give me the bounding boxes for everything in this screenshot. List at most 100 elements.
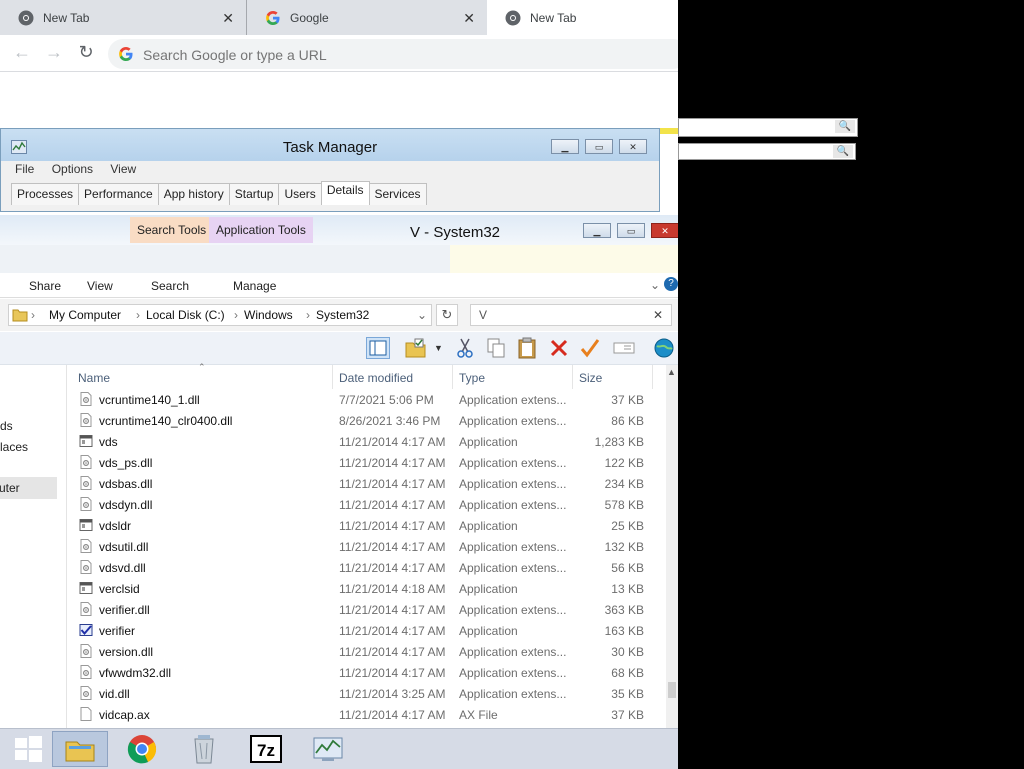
search-icon[interactable]: 🔍 bbox=[835, 120, 855, 133]
search-icon[interactable]: 🔍 bbox=[833, 145, 853, 158]
omnibox[interactable] bbox=[108, 39, 678, 69]
menu-view[interactable]: View bbox=[110, 162, 136, 176]
copy-icon[interactable] bbox=[485, 337, 509, 359]
scroll-up-icon[interactable]: ▲ bbox=[667, 367, 676, 377]
table-row[interactable]: vds_ps.dll 11/21/2014 4:17 AM Application … bbox=[66, 452, 666, 473]
table-row[interactable]: vid.dll 11/21/2014 3:25 AM Application ext… bbox=[66, 683, 666, 704]
search-input[interactable] bbox=[477, 307, 651, 323]
explorer-search-box[interactable]: ✕ bbox=[470, 304, 672, 326]
preview-pane-icon[interactable] bbox=[366, 337, 390, 359]
refresh-button[interactable]: ↻ bbox=[436, 304, 458, 326]
checkmark-icon[interactable] bbox=[579, 337, 603, 359]
menu-file[interactable]: File bbox=[15, 162, 34, 176]
address-bar-row: › My Computer › Local Disk (C:) › Window… bbox=[0, 299, 678, 331]
scrollbar-thumb[interactable] bbox=[668, 682, 676, 698]
ribbon-tab-share[interactable]: Share bbox=[29, 279, 61, 293]
forward-icon[interactable]: → bbox=[42, 41, 66, 65]
task-manager-icon[interactable] bbox=[300, 731, 356, 767]
table-row[interactable]: vds 11/21/2014 4:17 AM Application 1,283 KB bbox=[66, 431, 666, 452]
menu-options[interactable]: Options bbox=[52, 162, 93, 176]
tab-details[interactable]: Details bbox=[320, 181, 370, 205]
vertical-scrollbar[interactable]: ▲ bbox=[666, 365, 678, 728]
nav-item-downloads[interactable]: ds bbox=[0, 419, 13, 433]
table-row[interactable]: verclsid 11/21/2014 4:18 AM Application 13 … bbox=[66, 578, 666, 599]
close-tab-icon[interactable]: ✕ bbox=[463, 10, 475, 27]
chevron-down-icon[interactable]: ▼ bbox=[434, 337, 446, 359]
nav-item-my-computer[interactable]: uter bbox=[0, 477, 57, 499]
chrome-tab-2[interactable]: Google ✕ bbox=[247, 0, 487, 35]
column-name[interactable]: Name bbox=[78, 371, 110, 385]
table-row[interactable]: vdsldr 11/21/2014 4:17 AM Application 25 KB bbox=[66, 515, 666, 536]
column-size[interactable]: Size bbox=[579, 371, 602, 385]
reload-icon[interactable]: ↻ bbox=[74, 41, 98, 65]
paste-icon[interactable] bbox=[516, 337, 540, 359]
cut-icon[interactable] bbox=[454, 337, 478, 359]
tab-startup[interactable]: Startup bbox=[228, 183, 280, 205]
table-row[interactable]: vcruntime140_clr0400.dll 8/26/2021 3:46 P… bbox=[66, 410, 666, 431]
start-icon[interactable] bbox=[0, 731, 56, 767]
rename-icon[interactable] bbox=[612, 337, 636, 359]
column-type[interactable]: Type bbox=[459, 371, 485, 385]
file-name: verifier.dll bbox=[99, 603, 150, 617]
breadcrumb-my-computer[interactable]: My Computer bbox=[49, 308, 121, 322]
column-separator[interactable] bbox=[332, 365, 333, 389]
table-row[interactable]: verifier.dll 11/21/2014 4:17 AM Applicatio… bbox=[66, 599, 666, 620]
table-row[interactable]: vdsdyn.dll 11/21/2014 4:17 AM Application … bbox=[66, 494, 666, 515]
close-button[interactable]: ✕ bbox=[651, 223, 678, 238]
7zip-icon[interactable]: 7z bbox=[238, 731, 294, 767]
floating-search-field-1[interactable]: 🔍 bbox=[678, 118, 858, 137]
table-row[interactable]: vdsbas.dll 11/21/2014 4:17 AM Application … bbox=[66, 473, 666, 494]
nav-item-recent-places[interactable]: laces bbox=[0, 440, 28, 454]
table-row[interactable]: vdsutil.dll 11/21/2014 4:17 AM Application… bbox=[66, 536, 666, 557]
column-separator[interactable] bbox=[652, 365, 653, 389]
ribbon-tab-search[interactable]: Search bbox=[151, 279, 189, 293]
table-row[interactable]: vcruntime140_1.dll 7/7/2021 5:06 PM Applic… bbox=[66, 389, 666, 410]
column-separator[interactable] bbox=[452, 365, 453, 389]
help-icon[interactable]: ? bbox=[664, 277, 678, 291]
tab-users[interactable]: Users bbox=[278, 183, 322, 205]
recycle-bin-icon[interactable] bbox=[176, 731, 232, 767]
table-row[interactable]: vdsvd.dll 11/21/2014 4:17 AM Application e… bbox=[66, 557, 666, 578]
search-tools-tab[interactable]: Search Tools bbox=[130, 217, 214, 243]
chevron-down-icon[interactable]: ⌄ bbox=[417, 308, 427, 322]
breadcrumb[interactable]: › My Computer › Local Disk (C:) › Window… bbox=[8, 304, 432, 326]
application-tools-tab[interactable]: Application Tools bbox=[209, 217, 313, 243]
column-date-modified[interactable]: Date modified bbox=[339, 371, 413, 385]
ribbon-tab-manage[interactable]: Manage bbox=[233, 279, 276, 293]
chrome-tab-1[interactable]: New Tab ✕ bbox=[0, 0, 247, 35]
table-row[interactable]: vidcap.ax 11/21/2014 4:17 AM AX File 37 KB bbox=[66, 704, 666, 725]
tab-performance[interactable]: Performance bbox=[78, 183, 159, 205]
clear-search-icon[interactable]: ✕ bbox=[653, 308, 663, 322]
back-icon[interactable]: ← bbox=[10, 41, 34, 65]
network-globe-icon[interactable] bbox=[652, 337, 676, 359]
floating-search-field-2[interactable]: 🔍 bbox=[678, 143, 856, 160]
column-separator[interactable] bbox=[572, 365, 573, 389]
explorer-title: V - System32 bbox=[410, 224, 501, 241]
tab-services[interactable]: Services bbox=[368, 183, 427, 205]
breadcrumb-local-disk[interactable]: Local Disk (C:) bbox=[146, 308, 225, 322]
tab-processes[interactable]: Processes bbox=[11, 183, 80, 205]
maximize-button[interactable]: ▭ bbox=[617, 223, 645, 238]
chrome-icon[interactable] bbox=[114, 731, 170, 767]
minimize-button[interactable]: ▁ bbox=[583, 223, 611, 238]
close-tab-icon[interactable]: ✕ bbox=[222, 10, 234, 27]
table-row[interactable]: version.dll 11/21/2014 4:17 AM Application… bbox=[66, 641, 666, 662]
table-row[interactable]: verifier 11/21/2014 4:17 AM Application 163… bbox=[66, 620, 666, 641]
delete-icon[interactable] bbox=[548, 337, 572, 359]
chevron-down-icon[interactable]: ⌄ bbox=[650, 278, 660, 292]
table-row[interactable]: vfwwdm32.dll 11/21/2014 4:17 AM Applicatio… bbox=[66, 662, 666, 683]
tab-app-history[interactable]: App history bbox=[157, 183, 230, 205]
file-explorer-icon[interactable] bbox=[52, 731, 108, 767]
maximize-button[interactable]: ▭ bbox=[585, 139, 613, 154]
minimize-button[interactable]: ▁ bbox=[551, 139, 579, 154]
breadcrumb-system32[interactable]: System32 bbox=[316, 308, 369, 322]
chrome-tab-3[interactable]: New Tab bbox=[487, 0, 678, 35]
file-size: 163 KB bbox=[604, 624, 644, 638]
close-button[interactable]: ✕ bbox=[619, 139, 647, 154]
ribbon-tab-view[interactable]: View bbox=[87, 279, 113, 293]
omnibox-input[interactable] bbox=[141, 44, 665, 66]
breadcrumb-windows[interactable]: Windows bbox=[244, 308, 293, 322]
new-folder-icon[interactable] bbox=[404, 337, 428, 359]
file-date-modified: 11/21/2014 4:17 AM bbox=[339, 624, 446, 638]
file-type: Application bbox=[459, 435, 518, 449]
